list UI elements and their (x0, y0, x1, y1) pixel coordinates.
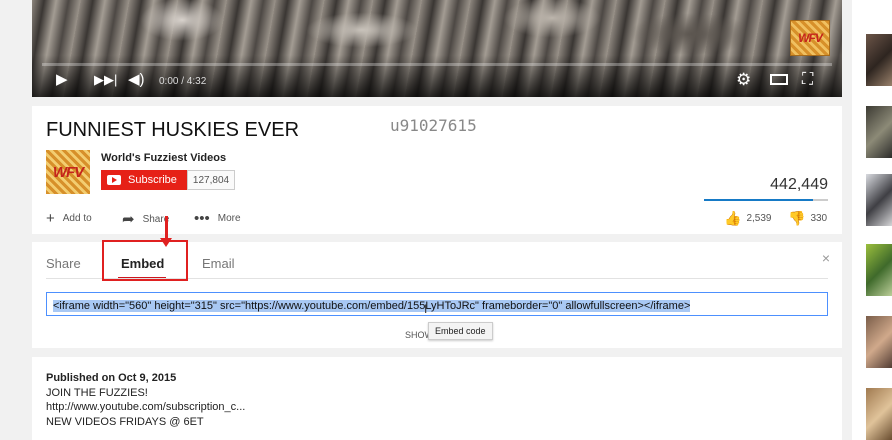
play-icon[interactable]: ▶ (56, 72, 68, 87)
plus-icon: + (46, 210, 55, 227)
ellipsis-icon: ••• (194, 210, 210, 227)
overlay-text: u91027615 (390, 116, 477, 135)
related-video-thumbnail[interactable] (866, 34, 892, 86)
more-button[interactable]: ••• More (194, 210, 241, 227)
related-video-thumbnail[interactable] (866, 244, 892, 296)
thumbs-up-icon: 👍 (724, 210, 742, 226)
embed-code-field[interactable]: <iframe width="560" height="315" src="ht… (46, 292, 828, 316)
youtube-logo-icon (107, 175, 121, 185)
like-ratio-bar (704, 199, 828, 201)
description-line: NEW VIDEOS FRIDAYS @ 6ET (46, 415, 204, 428)
like-button[interactable]: 👍 2,539 (724, 210, 771, 227)
like-ratio-fill (704, 199, 814, 201)
tab-share[interactable]: Share (46, 256, 81, 271)
progress-bar[interactable] (42, 63, 832, 66)
embed-code-tooltip: Embed code (428, 322, 493, 340)
channel-avatar[interactable]: WFV (46, 150, 90, 194)
time-display: 0:00 / 4:32 (159, 76, 207, 87)
embed-code-text: <iframe width="560" height="315" src="ht… (53, 300, 691, 312)
controls-shade (32, 55, 842, 97)
like-count: 2,539 (746, 213, 772, 224)
channel-watermark[interactable]: WFV (790, 20, 830, 56)
dislike-button[interactable]: 👎 330 (788, 210, 827, 227)
publish-date: Published on Oct 9, 2015 (46, 372, 177, 384)
related-video-thumbnail[interactable] (866, 174, 892, 226)
close-icon[interactable]: × (822, 250, 830, 266)
share-arrow-icon: ➦ (122, 211, 135, 228)
next-icon[interactable]: ▶▶| (94, 73, 117, 86)
annotation-highlight-box (102, 240, 188, 281)
thumbs-down-icon: 👎 (788, 210, 806, 226)
gear-icon[interactable]: ⚙ (736, 71, 751, 88)
fullscreen-icon[interactable]: ⛶ (802, 72, 813, 88)
description-line: JOIN THE FUZZIES! (46, 386, 148, 399)
view-count: 442,449 (770, 176, 828, 193)
subscribe-label: Subscribe (128, 174, 177, 186)
related-video-thumbnail[interactable] (866, 316, 892, 368)
add-to-button[interactable]: + Add to (46, 210, 92, 227)
related-video-thumbnail[interactable] (866, 388, 892, 440)
tab-email[interactable]: Email (202, 256, 235, 271)
volume-icon[interactable]: ◀) (128, 72, 145, 87)
video-info-card: FUNNIEST HUSKIES EVER u91027615 WFV Worl… (32, 106, 842, 234)
related-videos-column (852, 0, 892, 440)
add-to-label: Add to (62, 213, 92, 224)
theater-icon[interactable] (770, 74, 788, 85)
more-label: More (217, 213, 241, 224)
subscribe-button[interactable]: Subscribe (101, 170, 187, 190)
description-card: Published on Oct 9, 2015 JOIN THE FUZZIE… (32, 357, 842, 440)
video-title: FUNNIEST HUSKIES EVER (46, 119, 300, 141)
related-video-thumbnail[interactable] (866, 106, 892, 158)
share-button[interactable]: ➦ Share (122, 210, 169, 228)
description-link[interactable]: http://www.youtube.com/subscription_c... (46, 400, 828, 415)
text-cursor-icon: I (424, 302, 428, 316)
subscriber-count: 127,804 (187, 170, 235, 190)
dislike-count: 330 (810, 213, 828, 224)
annotation-arrow (160, 216, 172, 247)
channel-name[interactable]: World's Fuzziest Videos (101, 152, 226, 164)
video-player[interactable]: WFV ▶ ▶▶| ◀) 0:00 / 4:32 ⚙ ⛶ (32, 0, 842, 97)
